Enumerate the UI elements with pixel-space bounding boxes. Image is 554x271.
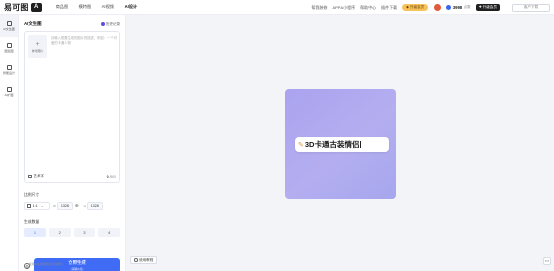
- art-text-label: 艺术字: [33, 174, 45, 178]
- hint-text: 使用AI生成的图片仅供参考，: [29, 262, 66, 266]
- image-gen-icon: [6, 20, 12, 26]
- count-option-1[interactable]: 1: [24, 228, 46, 237]
- rail-item-expand[interactable]: AI扩图: [0, 81, 18, 103]
- code-toggle-button[interactable]: <>: [543, 257, 551, 265]
- tutorial-button[interactable]: 使用教程: [130, 256, 158, 264]
- nav-item-model[interactable]: 模特图: [79, 4, 102, 10]
- nav-item-video[interactable]: AI视频: [102, 4, 125, 10]
- logo-mark: A: [30, 2, 42, 12]
- height-input[interactable]: 1328: [86, 202, 103, 210]
- panel-title: AI文生图: [24, 21, 42, 26]
- count-option-4[interactable]: 4: [98, 228, 120, 237]
- count-section-label: 生成数量: [24, 220, 40, 224]
- prompt-box[interactable]: + 参考图片 请输入想要生成的图片的描述，例如：一个可爱的卡通人物 艺术字 0 …: [24, 31, 120, 183]
- vip-button[interactable]: ◆ 升级会员: [402, 4, 429, 11]
- text-caret: [360, 141, 362, 148]
- ratio-row: 1:1 ⌄ W 1328 ⊕ H 1328: [24, 202, 120, 210]
- coin-icon: [446, 5, 452, 10]
- rail-label: 图生图: [4, 49, 14, 54]
- canvas-area: ✎ 3D卡通古装情侣 使用教程 <>: [126, 15, 554, 271]
- top-right-area: 帮我装修 APP&小程序 帮助中心 插件下载 ◆ 升级会员 3998 点数 ✚ …: [311, 0, 550, 15]
- generate-cost: (消耗0点): [70, 267, 84, 271]
- expand-icon: [6, 86, 12, 92]
- link-help[interactable]: 帮助中心: [360, 5, 376, 11]
- code-icon: <>: [544, 259, 550, 263]
- main-nav: 商品图 模特图 AI视频 AI设计: [56, 4, 148, 10]
- rail-item-text-to-image[interactable]: AI文生图: [0, 15, 18, 37]
- logo-text: 易可图: [4, 2, 29, 12]
- link-decoration[interactable]: 帮我装修: [311, 5, 327, 11]
- count-option-3[interactable]: 3: [73, 228, 96, 237]
- nav-item-ai-design[interactable]: AI设计: [125, 4, 148, 10]
- char-counter: 0 /500: [107, 175, 116, 179]
- image-to-image-icon: [6, 42, 12, 48]
- nav-item-product[interactable]: 商品图: [56, 4, 79, 10]
- prompt-input[interactable]: 请输入想要生成的图片的描述，例如：一个可爱的卡通人物: [51, 36, 117, 45]
- height-label: H: [83, 204, 86, 208]
- rail-label: 智能设计: [2, 71, 15, 76]
- left-rail: AI文生图 图生图 智能设计 AI扩图: [0, 15, 19, 271]
- ratio-value: 1:1: [32, 204, 38, 208]
- link-plugin[interactable]: 插件下载: [381, 5, 397, 11]
- credits-unit: 点数: [463, 5, 471, 9]
- preview-prompt-card: ✎ 3D卡通古装情侣: [295, 137, 389, 152]
- rail-label: AI文生图: [3, 27, 15, 32]
- chevron-down-icon: ⌄: [40, 204, 44, 208]
- prompt-footer: 艺术字 0 /500: [28, 174, 116, 179]
- rail-item-smart-design[interactable]: 智能设计: [0, 59, 18, 81]
- history-icon: [100, 22, 105, 26]
- copyright-link[interactable]: 查看图片版权说明: [65, 262, 87, 266]
- logo[interactable]: 易可图 A: [4, 2, 42, 13]
- text-style-icon: [28, 174, 32, 179]
- upgrade-button[interactable]: ✚ 升级会员: [475, 4, 500, 11]
- download-client-button[interactable]: 客户下载: [512, 3, 550, 12]
- width-label: W: [53, 204, 56, 208]
- width-input[interactable]: 1328: [56, 202, 73, 210]
- tutorial-label: 使用教程: [139, 257, 154, 262]
- rail-item-image-to-image[interactable]: 图生图: [0, 37, 18, 59]
- history-label: 历史记录: [106, 21, 120, 26]
- preview-card: ✎ 3D卡通古装情侣: [285, 89, 396, 199]
- ref-image-label: 参考图片: [31, 48, 44, 53]
- credits-display[interactable]: 3998 点数: [446, 5, 472, 10]
- panel-header: AI文生图 历史记录: [24, 21, 120, 27]
- square-ratio-icon: [27, 204, 31, 208]
- counter-max: /500: [109, 174, 116, 179]
- generate-hint: 使用AI生成的图片仅供参考，查看图片版权说明: [29, 262, 88, 266]
- lock-ratio-icon[interactable]: ⊕: [75, 203, 79, 209]
- ratio-section-label: 比例尺寸: [24, 193, 40, 197]
- ratio-select[interactable]: 1:1 ⌄: [24, 202, 50, 210]
- reference-image-upload[interactable]: + 参考图片: [28, 35, 47, 58]
- art-text-button[interactable]: 艺术字: [28, 174, 44, 179]
- count-option-2[interactable]: 2: [48, 228, 71, 237]
- help-icon: [134, 258, 138, 262]
- top-bar: 易可图 A 商品图 模特图 AI视频 AI设计 帮我装修 APP&小程序 帮助中…: [0, 0, 554, 15]
- plus-icon: +: [35, 40, 40, 48]
- history-button[interactable]: 历史记录: [100, 21, 120, 27]
- generation-panel: AI文生图 历史记录 + 参考图片 请输入想要生成的图片的描述，例如：一个可爱的…: [19, 15, 126, 271]
- pencil-icon: ✎: [298, 141, 304, 149]
- preview-text: 3D卡通古装情侣: [304, 140, 360, 149]
- smart-design-icon: [6, 64, 12, 70]
- counter-current: 0: [106, 174, 109, 179]
- avatar[interactable]: [434, 4, 442, 11]
- count-selector: 1 2 3 4: [24, 228, 120, 237]
- credits-value: 3998: [452, 5, 463, 10]
- rail-label: AI扩图: [4, 93, 14, 98]
- link-app[interactable]: APP&小程序: [332, 5, 355, 11]
